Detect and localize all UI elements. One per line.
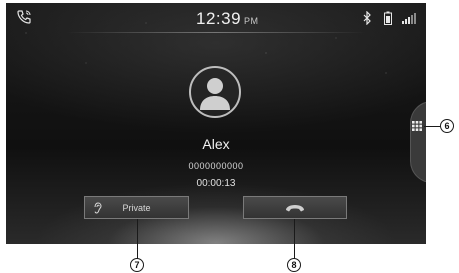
battery-icon [384, 11, 392, 25]
call-duration: 00:00:13 [196, 178, 236, 189]
signal-icon [402, 13, 416, 24]
callout-line-6 [424, 126, 440, 127]
call-screen: 12:39 PM Alex 0000000000 00:00:13 Privat… [6, 3, 426, 244]
private-button[interactable]: Private [84, 196, 189, 219]
status-bar: 12:39 PM [6, 3, 426, 33]
callout-7: 7 [130, 258, 144, 272]
bluetooth-icon [363, 11, 371, 25]
contact-avatar [189, 66, 241, 118]
person-icon [200, 78, 230, 110]
callout-line-8 [294, 219, 295, 259]
callout-6: 6 [440, 119, 454, 133]
clock-time: 12:39 [196, 9, 242, 28]
hang-up-icon [286, 204, 304, 211]
clock-ampm: PM [244, 16, 259, 26]
ear-icon [94, 202, 102, 214]
clock: 12:39 PM [196, 9, 259, 29]
end-call-button[interactable] [243, 196, 347, 219]
caller-name: Alex [202, 136, 230, 152]
private-label: Private [122, 202, 151, 213]
callout-line-7 [137, 219, 138, 259]
callout-8: 8 [287, 258, 301, 272]
background-texture [6, 3, 426, 244]
phone-call-icon [17, 10, 31, 24]
keypad-tab[interactable] [410, 101, 426, 183]
keypad-icon[interactable] [412, 121, 422, 131]
caller-number: 0000000000 [188, 161, 244, 171]
status-divider [66, 32, 366, 33]
